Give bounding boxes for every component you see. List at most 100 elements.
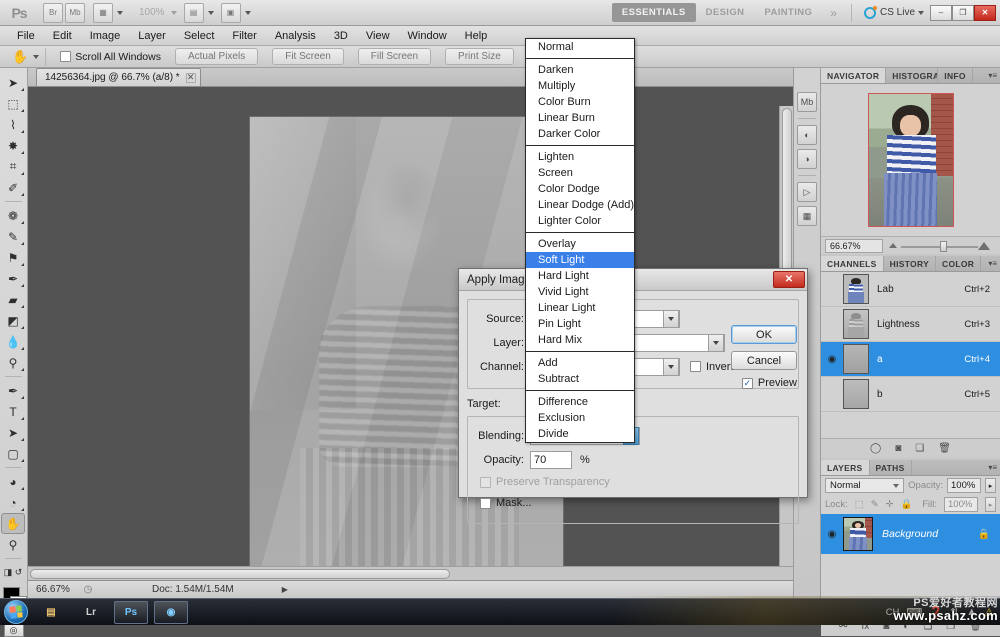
zoom-in-icon[interactable] <box>978 242 990 250</box>
scroll-all-windows-checkbox[interactable]: Scroll All Windows <box>60 51 161 63</box>
print-size-button[interactable]: Print Size <box>445 48 514 65</box>
tab-info[interactable]: INFO <box>938 68 973 83</box>
view-extras-group[interactable]: ▦ <box>92 3 123 23</box>
close-button[interactable]: ✕ <box>974 5 996 21</box>
channel-row-lab[interactable]: Lab Ctrl+2 <box>821 272 1000 307</box>
menu-layer[interactable]: Layer <box>129 28 175 44</box>
bridge-icon[interactable]: Br <box>43 3 63 23</box>
arrange-documents-group[interactable]: ▤ <box>183 3 214 23</box>
eraser-tool[interactable]: ▰ <box>0 289 26 310</box>
status-menu-arrow-icon[interactable]: ▶ <box>282 585 288 594</box>
mini-bridge-icon[interactable]: Mb <box>65 3 85 23</box>
photoshop-icon[interactable]: Ps <box>114 601 148 624</box>
navigator-zoom-value[interactable]: 66.67% <box>825 239 883 253</box>
blend-option-pin-light[interactable]: Pin Light <box>526 316 634 332</box>
fill-screen-button[interactable]: Fill Screen <box>358 48 431 65</box>
tab-layers[interactable]: LAYERS <box>821 460 870 475</box>
navigator-zoom-slider[interactable] <box>889 240 990 252</box>
dodge-tool[interactable]: ⚲ <box>0 352 26 373</box>
actual-pixels-button[interactable]: Actual Pixels <box>175 48 258 65</box>
hand-tool[interactable]: ✋ <box>1 513 25 534</box>
channel-row-a[interactable]: ◉ a Ctrl+4 <box>821 342 1000 377</box>
hand-tool-icon[interactable]: ✋ <box>12 49 28 65</box>
blend-option-exclusion[interactable]: Exclusion <box>526 410 634 426</box>
blend-option-lighten[interactable]: Lighten <box>526 149 634 165</box>
masks-icon[interactable]: ◑ <box>797 149 817 169</box>
path-selection-tool[interactable]: ➤ <box>0 422 26 443</box>
blend-option-hard-mix[interactable]: Hard Mix <box>526 332 634 348</box>
blend-option-soft-light[interactable]: Soft Light <box>526 252 634 268</box>
adjustments-icon[interactable]: ◐ <box>797 125 817 145</box>
type-tool[interactable]: T <box>0 401 26 422</box>
menu-analysis[interactable]: Analysis <box>266 28 325 44</box>
blend-option-darken[interactable]: Darken <box>526 62 634 78</box>
layer-opacity-value[interactable]: 100% <box>947 478 981 493</box>
blend-option-color-burn[interactable]: Color Burn <box>526 94 634 110</box>
lasso-tool[interactable]: ⌇ <box>0 114 26 135</box>
status-zoom-level[interactable]: 66.67% <box>28 584 80 595</box>
fit-screen-button[interactable]: Fit Screen <box>272 48 344 65</box>
tool-preset-chevron-icon[interactable] <box>33 55 39 59</box>
zoom-tool[interactable]: ⚲ <box>0 534 26 555</box>
opacity-stepper[interactable]: ▸ <box>985 478 996 493</box>
tab-histogram[interactable]: HISTOGRAM <box>886 68 938 83</box>
orbit-3d-tool[interactable]: ◔ <box>0 492 26 513</box>
mini-bridge-icon[interactable]: Mb <box>797 92 817 112</box>
close-icon[interactable]: ✕ <box>186 73 196 83</box>
layer-row-background[interactable]: ◉ Background 🔒 <box>821 514 1000 554</box>
navigator-thumbnail[interactable] <box>868 93 954 227</box>
channel-row-b[interactable]: b Ctrl+5 <box>821 377 1000 412</box>
menu-image[interactable]: Image <box>81 28 130 44</box>
zoom-slider-handle[interactable] <box>940 241 947 252</box>
screen-mode-group[interactable]: ▣ <box>220 3 251 23</box>
menu-edit[interactable]: Edit <box>44 28 81 44</box>
zoom-out-icon[interactable] <box>889 243 897 248</box>
blend-mode-dropdown[interactable]: Normal Darken Multiply Color Burn Linear… <box>525 38 635 443</box>
blend-option-add[interactable]: Add <box>526 355 634 371</box>
load-channel-as-selection-icon[interactable]: ◯ <box>870 443 881 454</box>
blend-option-multiply[interactable]: Multiply <box>526 78 634 94</box>
tab-channels[interactable]: CHANNELS <box>821 256 884 271</box>
appbar-zoom-level[interactable]: 100% <box>139 7 165 18</box>
blend-option-difference[interactable]: Difference <box>526 394 634 410</box>
rectangle-tool[interactable]: ▢ <box>0 443 26 464</box>
menu-select[interactable]: Select <box>175 28 224 44</box>
blend-option-hard-light[interactable]: Hard Light <box>526 268 634 284</box>
layer-fill-value[interactable]: 100% <box>944 497 978 512</box>
workspace-tab-painting[interactable]: PAINTING <box>754 3 822 22</box>
zoom-chevron-icon[interactable] <box>171 11 177 15</box>
canvas-horizontal-scrollbar[interactable] <box>28 566 793 580</box>
blend-option-color-dodge[interactable]: Color Dodge <box>526 181 634 197</box>
blend-option-linear-light[interactable]: Linear Light <box>526 300 634 316</box>
dialog-close-button[interactable]: ✕ <box>773 271 805 288</box>
brush-tool[interactable]: ✎ <box>0 226 26 247</box>
quick-selection-tool[interactable]: ✸ <box>0 135 26 156</box>
preview-checkbox[interactable]: ✓ Preview <box>742 377 797 389</box>
view-extras-chevron-icon[interactable] <box>117 11 123 15</box>
chevron-down-icon[interactable] <box>663 310 679 328</box>
lock-image-pixels-icon[interactable]: ✎ <box>871 499 879 510</box>
marquee-tool[interactable]: ⬚ <box>0 93 26 114</box>
blend-option-darker-color[interactable]: Darker Color <box>526 126 634 142</box>
pen-tool[interactable]: ✒ <box>0 380 26 401</box>
tab-paths[interactable]: PATHS <box>870 460 912 475</box>
actions-icon[interactable]: ▷ <box>797 182 817 202</box>
menu-file[interactable]: File <box>8 28 44 44</box>
clone-stamp-tool[interactable]: ⚑ <box>0 247 26 268</box>
cancel-button[interactable]: Cancel <box>731 351 797 370</box>
workspace-tab-design[interactable]: DESIGN <box>696 3 755 22</box>
panel-menu-icon[interactable]: ▾≡ <box>988 259 997 268</box>
styles-icon[interactable]: ▦ <box>797 206 817 226</box>
start-orb-icon[interactable] <box>4 600 28 624</box>
chevron-down-icon[interactable] <box>708 334 724 352</box>
blend-option-linear-dodge[interactable]: Linear Dodge (Add) <box>526 197 634 213</box>
blend-option-divide[interactable]: Divide <box>526 426 634 442</box>
minimize-button[interactable]: – <box>930 5 952 21</box>
blend-option-screen[interactable]: Screen <box>526 165 634 181</box>
windows-explorer-icon[interactable]: ▤ <box>34 601 68 624</box>
horizontal-scrollbar-thumb[interactable] <box>30 569 450 579</box>
blend-option-lighter-color[interactable]: Lighter Color <box>526 213 634 229</box>
tab-history[interactable]: HISTORY <box>884 256 936 271</box>
rotate-3d-tool[interactable]: ◕ <box>0 471 26 492</box>
cs-live-button[interactable]: CS Live <box>858 7 930 19</box>
